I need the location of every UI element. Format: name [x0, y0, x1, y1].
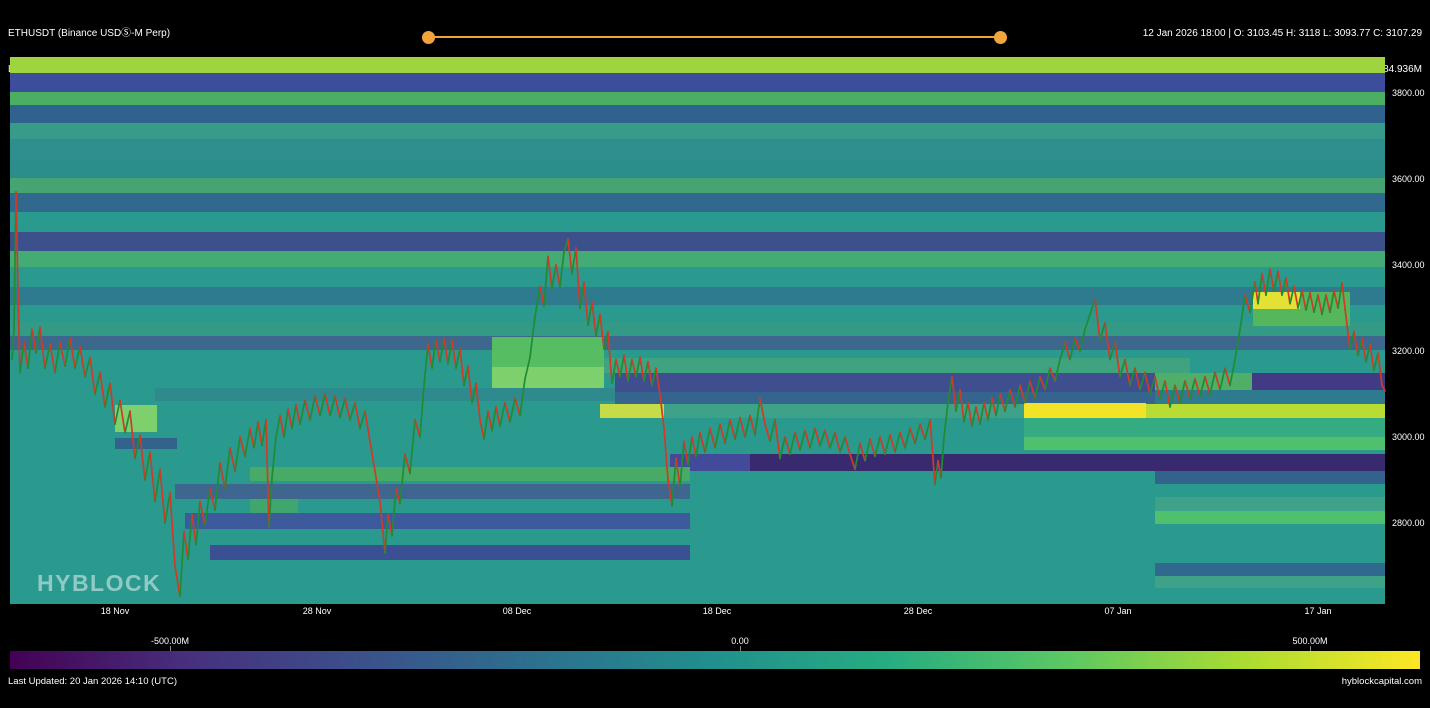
heatmap-segment — [155, 388, 615, 401]
heatmap-stripe — [10, 73, 1385, 92]
heatmap-segment — [1155, 497, 1385, 511]
colorbar-tick-mark — [740, 646, 741, 651]
heatmap-segment — [115, 438, 177, 449]
heatmap-stripe — [10, 105, 1385, 123]
heatmap-segment — [250, 467, 690, 481]
hyblock-watermark: HYBLOCK — [37, 570, 161, 597]
heatmap-stripe — [10, 322, 1385, 336]
last-updated-label: Last Updated: 20 Jan 2026 14:10 (UTC) — [8, 676, 177, 687]
heatmap-segment — [1024, 403, 1146, 418]
y-axis-tick-label: 3400.00 — [1392, 260, 1425, 270]
heatmap-segment — [175, 484, 690, 499]
heatmap-stripe — [10, 251, 1385, 267]
colorbar-tick-mark — [1310, 646, 1311, 651]
heatmap-stripe — [10, 336, 1385, 350]
heatmap-segment — [1155, 576, 1385, 588]
heatmap-segment — [604, 358, 1190, 373]
heatmap-stripe — [10, 123, 1385, 139]
heatmap-segment — [250, 499, 298, 514]
y-axis-tick-label: 2800.00 — [1392, 518, 1425, 528]
colorbar-tick-label: -500.00M — [151, 636, 189, 646]
heatmap-segment — [185, 513, 690, 529]
heatmap-price-chart[interactable]: 18 Nov 28 Nov 08 Dec 18 Dec 28 Dec 07 Jan 17 J… — [0, 0, 1430, 635]
heatmap-segment — [1253, 309, 1350, 326]
x-axis-tick-label: 18 Dec — [703, 606, 732, 616]
heatmap-stripe — [10, 92, 1385, 105]
site-link[interactable]: hyblockcapital.com — [1342, 676, 1422, 687]
heatmap-stripe — [10, 178, 1385, 193]
heatmap-stripe — [10, 287, 1385, 305]
y-axis-tick-label: 3800.00 — [1392, 88, 1425, 98]
x-axis-labels: 18 Nov 28 Nov 08 Dec 18 Dec 28 Dec 07 Jan 17 J… — [101, 606, 1332, 616]
heatmap-stripe — [10, 193, 1385, 212]
colorbar-tick-label: 0.00 — [731, 636, 749, 646]
heatmap-stripe — [10, 159, 1385, 178]
heatmap-segment — [1024, 437, 1385, 450]
heatmap-stripe — [10, 232, 1385, 251]
colorbar-tick-label: 500.00M — [1292, 636, 1327, 646]
heatmap-segment — [750, 454, 1385, 471]
heatmap-segment — [1155, 511, 1385, 524]
heatmap-segment — [1155, 471, 1385, 484]
heatmap-segment — [615, 373, 1155, 392]
hyblock-heatmap-app: ETHUSDT (Binance USDⓈ-M Perp) Lookback: … — [0, 0, 1430, 708]
heatmap-stripe — [10, 57, 1385, 73]
colorbar-tick-mark — [170, 646, 171, 651]
heatmap-segment — [1024, 418, 1385, 437]
y-axis-labels: 3800.00 3600.00 3400.00 3200.00 3000.00 2800.… — [1392, 88, 1425, 528]
y-axis-tick-label: 3000.00 — [1392, 432, 1425, 442]
x-axis-tick-label: 07 Jan — [1104, 606, 1131, 616]
heatmap-segment — [210, 545, 690, 560]
heatmap-segment — [1155, 563, 1385, 576]
heatmap-segment — [492, 337, 604, 367]
x-axis-tick-label: 17 Jan — [1304, 606, 1331, 616]
x-axis-tick-label: 28 Dec — [904, 606, 933, 616]
x-axis-tick-label: 08 Dec — [503, 606, 532, 616]
x-axis-tick-label: 18 Nov — [101, 606, 130, 616]
heatmap-segment — [1252, 373, 1385, 390]
y-axis-tick-label: 3200.00 — [1392, 346, 1425, 356]
netlongs-colorbar — [10, 651, 1420, 669]
heatmap-segment — [600, 404, 664, 418]
x-axis-tick-label: 28 Nov — [303, 606, 332, 616]
heatmap-segment — [1146, 404, 1385, 418]
y-axis-tick-label: 3600.00 — [1392, 174, 1425, 184]
heatmap-stripe — [10, 139, 1385, 159]
heatmap-segment — [615, 392, 1155, 404]
